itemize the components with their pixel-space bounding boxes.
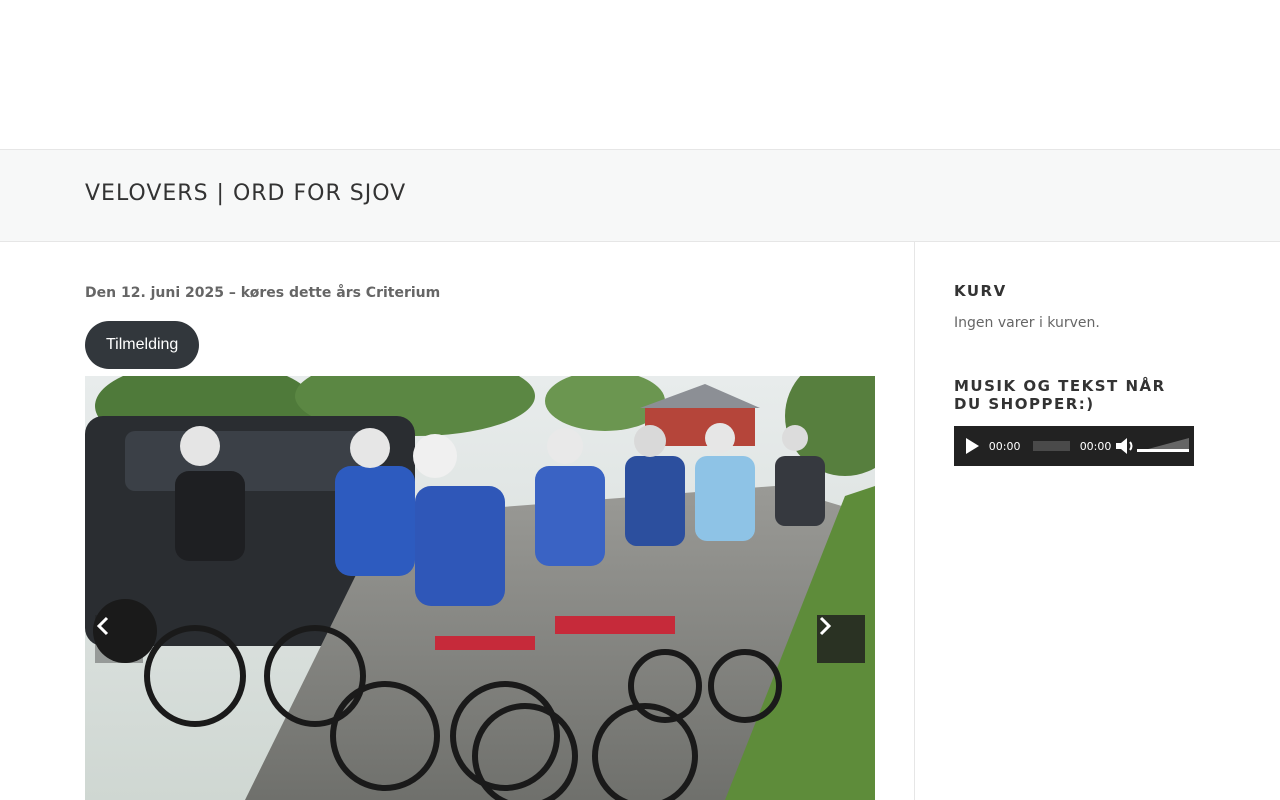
intro-text: Den 12. juni 2025 – køres dette års Crit…	[85, 285, 441, 301]
page-title: VELOVERS | ORD FOR SJOV	[85, 181, 407, 206]
slider-prev-button[interactable]	[95, 615, 143, 663]
duration: 00:00	[1079, 439, 1112, 453]
current-time: 00:00	[988, 439, 1021, 453]
music-widget-title: MUSIK OG TEKST NÅR DU SHOPPER:)	[954, 377, 1166, 413]
mute-button[interactable]	[1115, 426, 1136, 466]
cart-empty-text: Ingen varer i kurven.	[954, 315, 1100, 331]
image-slider[interactable]	[85, 376, 875, 800]
cart-widget-title: KURV	[954, 282, 1007, 300]
chevron-left-icon	[96, 616, 109, 636]
volume-slider[interactable]	[1136, 436, 1189, 456]
audio-player: 00:00 00:00	[954, 426, 1194, 466]
play-icon	[966, 438, 980, 454]
sidebar-divider	[914, 242, 915, 800]
seek-bar[interactable]	[1032, 441, 1070, 451]
chevron-right-icon	[819, 616, 832, 636]
play-button[interactable]	[960, 426, 985, 466]
site-header	[0, 0, 1280, 150]
slide-image-cyclists	[85, 376, 875, 800]
signup-button[interactable]: Tilmelding	[85, 321, 200, 369]
slider-next-button[interactable]	[817, 615, 865, 663]
speaker-icon	[1116, 438, 1133, 454]
volume-level	[1136, 449, 1189, 452]
